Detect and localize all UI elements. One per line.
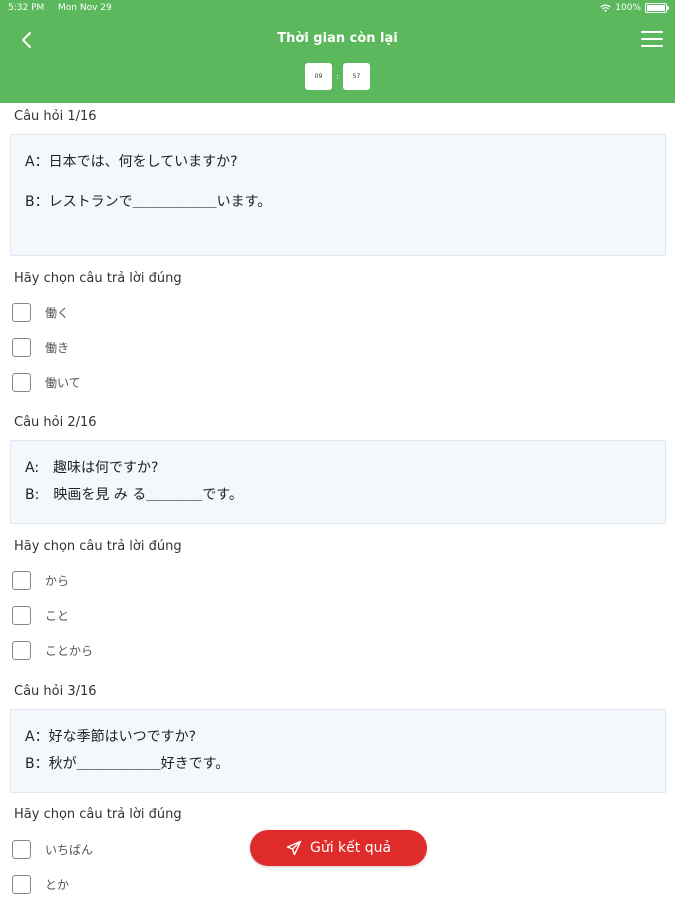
status-right: 100%	[600, 3, 669, 13]
answer-option[interactable]: いちばん	[12, 840, 93, 859]
battery-icon	[645, 3, 669, 13]
question-box: A: 趣味は何ですか? B: 映画を見 み る＿＿＿＿です。	[10, 440, 666, 524]
checkbox[interactable]	[12, 303, 31, 322]
answer-option[interactable]: 働く	[12, 303, 69, 322]
option-label: から	[45, 574, 70, 588]
question-line: B：秋が＿＿＿＿＿＿好きです。	[25, 756, 230, 772]
timer-separator: :	[336, 72, 339, 81]
checkbox[interactable]	[12, 373, 31, 392]
answer-prompt: Hãy chọn câu trả lời đúng	[14, 271, 182, 286]
battery-percent: 100%	[615, 3, 641, 13]
question-label: Câu hỏi 1/16	[14, 109, 97, 124]
answer-option[interactable]: ことから	[12, 641, 93, 660]
question-line: B: 映画を見 み る＿＿＿＿です。	[25, 487, 243, 503]
question-label: Câu hỏi 2/16	[14, 415, 97, 430]
timer-seconds: 57	[343, 63, 370, 90]
answer-option[interactable]: 働き	[12, 338, 69, 357]
checkbox[interactable]	[12, 571, 31, 590]
checkbox[interactable]	[12, 641, 31, 660]
answer-option[interactable]: から	[12, 571, 69, 590]
timer-minutes: 09	[305, 63, 332, 90]
question-line: A：日本では、何をしていますか?	[25, 154, 238, 170]
submit-label: Gửi kết quả	[309, 840, 392, 856]
option-label: ことから	[45, 644, 94, 658]
question-line: B：レストランで＿＿＿＿＿＿います。	[25, 194, 272, 210]
option-label: 働き	[45, 341, 70, 355]
answer-prompt: Hãy chọn câu trả lời đúng	[14, 807, 182, 822]
option-label: いちばん	[45, 843, 94, 857]
option-label: こと	[45, 609, 70, 623]
answer-option[interactable]: とか	[12, 875, 69, 894]
checkbox[interactable]	[12, 338, 31, 357]
answer-option[interactable]: こと	[12, 606, 69, 625]
checkbox[interactable]	[12, 840, 31, 859]
submit-results-button[interactable]: Gửi kết quả	[250, 830, 427, 866]
question-label: Câu hỏi 3/16	[14, 684, 97, 699]
question-box: A：日本では、何をしていますか? B：レストランで＿＿＿＿＿＿います。	[10, 134, 666, 256]
option-label: 働く	[45, 306, 70, 320]
question-box: A：好な季節はいつですか? B：秋が＿＿＿＿＿＿好きです。	[10, 709, 666, 793]
question-line: A: 趣味は何ですか?	[25, 460, 159, 476]
answer-option[interactable]: 働いて	[12, 373, 81, 392]
status-date: Mon Nov 29	[58, 3, 112, 13]
status-bar: 5:32 PM Mon Nov 29 100%	[8, 3, 669, 17]
countdown-timer: 09 : 57	[305, 63, 370, 90]
option-label: とか	[45, 878, 70, 892]
page-title: Thời gian còn lại	[277, 31, 398, 46]
menu-icon[interactable]	[641, 31, 663, 49]
wifi-icon	[600, 4, 611, 12]
checkbox[interactable]	[12, 606, 31, 625]
status-time: 5:32 PM	[8, 3, 45, 13]
send-icon	[286, 840, 302, 856]
checkbox[interactable]	[12, 875, 31, 894]
answer-prompt: Hãy chọn câu trả lời đúng	[14, 539, 182, 554]
option-label: 働いて	[45, 376, 81, 390]
question-line: A：好な季節はいつですか?	[25, 729, 197, 745]
app-header: 5:32 PM Mon Nov 29 100% Thời gian còn lạ…	[0, 0, 675, 103]
